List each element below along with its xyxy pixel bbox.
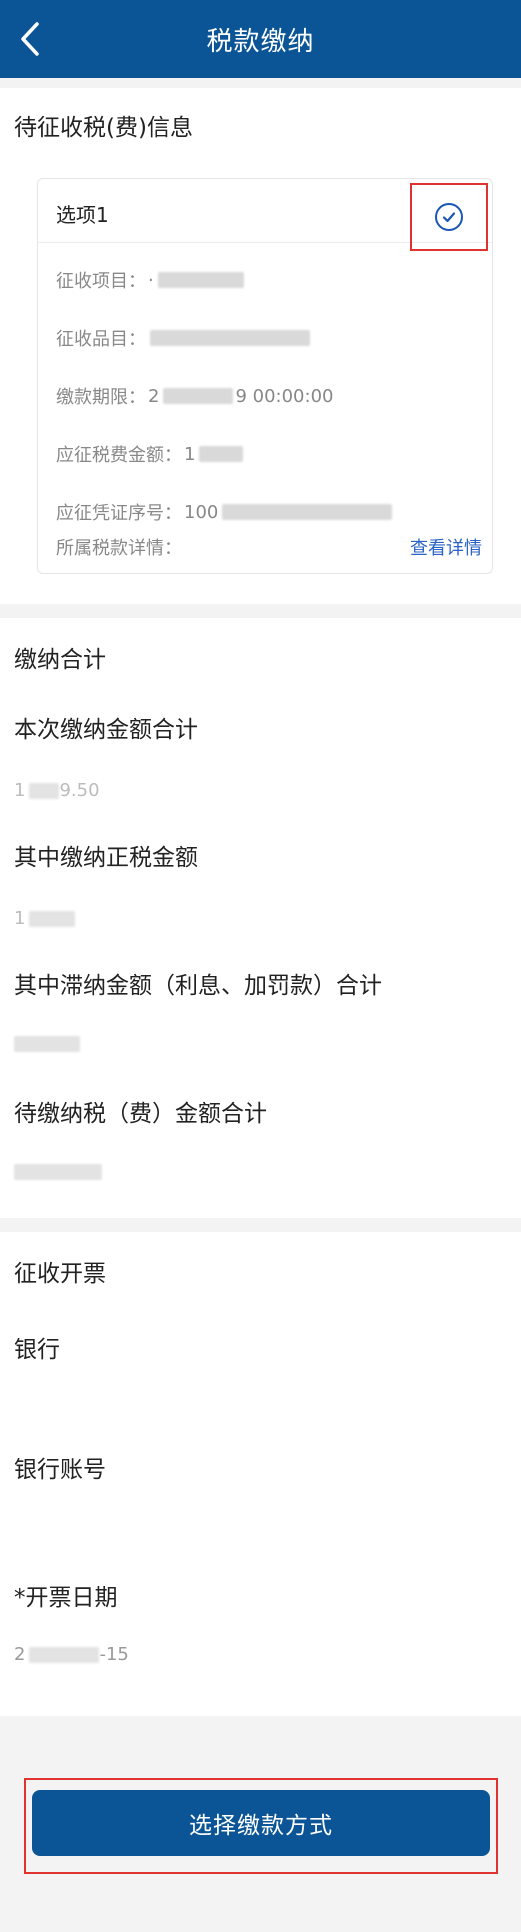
bank-account-label: 银行账号 [14, 1457, 106, 1483]
select-checkbox[interactable] [410, 183, 488, 251]
row-label: 应征税费金额： [56, 445, 182, 466]
card-header: 选项1 [38, 179, 492, 251]
page: 税款缴纳 待征收税(费)信息 选项1 征收项目： · 征收品目： 缴款期限： 2… [0, 0, 521, 1932]
principal-tax-value: 1 [14, 908, 76, 929]
select-payment-method-button[interactable]: 选择缴款方式 [32, 1790, 490, 1856]
tax-item-card[interactable]: 选项1 征收项目： · 征收品目： 缴款期限： 2 9 00:00:00 应征税… [37, 178, 493, 574]
redacted-value [14, 1164, 102, 1180]
value-prefix: 2 [14, 1644, 26, 1665]
option-label: 选项1 [56, 203, 109, 227]
invoice-section: 征收开票 银行 银行账号 *开票日期 2 -15 [0, 1232, 521, 1716]
total-payment-label: 本次缴纳金额合计 [14, 717, 198, 743]
pay-button-highlight: 选择缴款方式 [24, 1778, 498, 1874]
bank-label: 银行 [14, 1337, 60, 1363]
row-voucher-number: 应征凭证序号： 100 [56, 499, 393, 525]
row-label: 征收项目： [56, 271, 146, 292]
row-tax-detail: 所属税款详情： [56, 534, 182, 560]
row-value-prefix: 100 [184, 501, 219, 523]
invoice-title: 征收开票 [14, 1261, 106, 1287]
row-collection-item: 征收项目： · [56, 267, 244, 293]
view-detail-link[interactable]: 查看详情 [410, 534, 482, 560]
redacted-value [157, 272, 244, 288]
summary-title: 缴纳合计 [14, 647, 106, 673]
value-prefix: 1 [14, 780, 26, 801]
row-label: 应征凭证序号： [56, 503, 182, 524]
value-suffix: -15 [99, 1644, 129, 1665]
app-header: 税款缴纳 [0, 0, 521, 78]
value-prefix: 1 [14, 908, 26, 929]
tax-info-title: 待征收税(费)信息 [14, 115, 193, 141]
pending-total-value [14, 1164, 102, 1180]
check-circle-icon [435, 203, 463, 231]
row-label: 所属税款详情： [56, 538, 182, 559]
redacted-value [29, 910, 76, 927]
invoice-date-value[interactable]: 2 -15 [14, 1644, 129, 1665]
late-fee-label: 其中滞纳金额（利息、加罚款）合计 [14, 973, 382, 999]
footer: 选择缴款方式 [0, 1716, 521, 1932]
summary-section: 缴纳合计 本次缴纳金额合计 1 9.50 其中缴纳正税金额 1 其中滞纳金额（利… [0, 618, 521, 1218]
redacted-value [29, 782, 60, 799]
redacted-value [199, 446, 244, 462]
redacted-value [14, 1036, 80, 1052]
redacted-value [222, 504, 393, 520]
page-title: 税款缴纳 [206, 26, 315, 57]
total-payment-value: 1 9.50 [14, 780, 100, 801]
row-value-suffix: 9 00:00:00 [235, 385, 334, 407]
principal-tax-label: 其中缴纳正税金额 [14, 845, 198, 871]
redacted-value [150, 330, 310, 346]
pending-total-label: 待缴纳税（费）金额合计 [14, 1101, 267, 1127]
row-value-prefix: 1 [184, 443, 196, 465]
row-value-prefix: 2 [148, 385, 160, 407]
late-fee-value [14, 1036, 80, 1052]
redacted-value [163, 388, 234, 404]
row-payment-deadline: 缴款期限： 2 9 00:00:00 [56, 383, 333, 409]
row-label: 缴款期限： [56, 387, 146, 408]
redacted-value [29, 1646, 100, 1663]
invoice-date-label: *开票日期 [14, 1585, 118, 1611]
value-suffix: 9.50 [59, 780, 100, 801]
row-tax-amount: 应征税费金额： 1 [56, 441, 244, 467]
tax-info-section: 待征收税(费)信息 选项1 征收项目： · 征收品目： 缴款期限： 2 9 00… [0, 88, 521, 604]
row-value: · [148, 269, 154, 291]
row-label: 征收品目： [56, 329, 146, 350]
row-collection-category: 征收品目： [56, 325, 310, 351]
